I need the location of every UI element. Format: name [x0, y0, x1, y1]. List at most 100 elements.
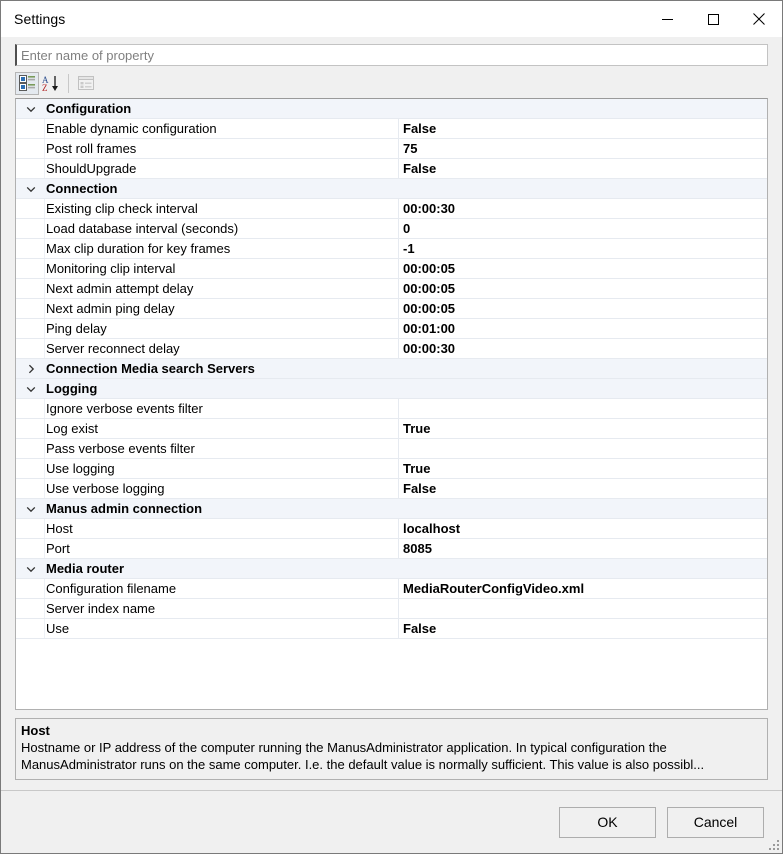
property-value[interactable]: localhost: [398, 519, 767, 538]
grid-property-row[interactable]: Post roll frames75: [16, 139, 767, 159]
row-gutter: [16, 579, 45, 598]
grid-property-row[interactable]: Use verbose loggingFalse: [16, 479, 767, 499]
grid-property-row[interactable]: Ping delay00:01:00: [16, 319, 767, 339]
property-grid[interactable]: ConfigurationEnable dynamic configuratio…: [15, 98, 768, 710]
row-gutter: [16, 419, 45, 438]
resize-grip-icon[interactable]: [767, 838, 780, 851]
categorized-view-button[interactable]: [15, 72, 39, 95]
grid-property-row[interactable]: Use loggingTrue: [16, 459, 767, 479]
row-gutter: [16, 319, 45, 338]
property-value[interactable]: 00:00:05: [398, 299, 767, 318]
grid-toolbar: A Z: [15, 70, 768, 96]
property-label: Use verbose logging: [45, 479, 398, 498]
ok-button[interactable]: OK: [559, 807, 656, 838]
grid-property-row[interactable]: Configuration filenameMediaRouterConfigV…: [16, 579, 767, 599]
chevron-down-icon: [26, 384, 36, 394]
description-title: Host: [21, 723, 762, 739]
category-expander[interactable]: [16, 359, 45, 378]
grid-property-row[interactable]: Enable dynamic configurationFalse: [16, 119, 767, 139]
property-value[interactable]: 8085: [398, 539, 767, 558]
chevron-down-icon: [26, 564, 36, 574]
property-value[interactable]: False: [398, 119, 767, 138]
property-label: Next admin attempt delay: [45, 279, 398, 298]
grid-category-row[interactable]: Logging: [16, 379, 767, 399]
property-value[interactable]: True: [398, 419, 767, 438]
property-label: Port: [45, 539, 398, 558]
property-pages-button[interactable]: [74, 72, 98, 95]
grid-property-row[interactable]: UseFalse: [16, 619, 767, 639]
property-value[interactable]: True: [398, 459, 767, 478]
property-value[interactable]: -1: [398, 239, 767, 258]
property-label: Configuration filename: [45, 579, 398, 598]
property-label: Load database interval (seconds): [45, 219, 398, 238]
grid-property-row[interactable]: ShouldUpgradeFalse: [16, 159, 767, 179]
category-expander[interactable]: [16, 99, 45, 118]
property-value[interactable]: 00:01:00: [398, 319, 767, 338]
property-value[interactable]: 00:00:30: [398, 199, 767, 218]
property-label: Use logging: [45, 459, 398, 478]
grid-property-row[interactable]: Pass verbose events filter: [16, 439, 767, 459]
grid-property-row[interactable]: Max clip duration for key frames-1: [16, 239, 767, 259]
property-label: Post roll frames: [45, 139, 398, 158]
grid-category-row[interactable]: Connection Media search Servers: [16, 359, 767, 379]
close-button[interactable]: [736, 1, 782, 37]
search-input[interactable]: [15, 44, 768, 66]
category-expander[interactable]: [16, 179, 45, 198]
minimize-button[interactable]: [644, 1, 690, 37]
property-value[interactable]: [398, 439, 767, 458]
property-value[interactable]: False: [398, 479, 767, 498]
property-value[interactable]: MediaRouterConfigVideo.xml: [398, 579, 767, 598]
property-label: Existing clip check interval: [45, 199, 398, 218]
row-gutter: [16, 219, 45, 238]
property-value[interactable]: 75: [398, 139, 767, 158]
grid-property-row[interactable]: Ignore verbose events filter: [16, 399, 767, 419]
cancel-button[interactable]: Cancel: [667, 807, 764, 838]
grid-property-row[interactable]: Server reconnect delay00:00:30: [16, 339, 767, 359]
grid-category-row[interactable]: Configuration: [16, 99, 767, 119]
window-title: Settings: [1, 11, 65, 27]
categorized-icon: [19, 75, 36, 91]
grid-property-row[interactable]: Next admin ping delay00:00:05: [16, 299, 767, 319]
property-label: Max clip duration for key frames: [45, 239, 398, 258]
category-expander[interactable]: [16, 499, 45, 518]
grid-property-row[interactable]: Monitoring clip interval00:00:05: [16, 259, 767, 279]
row-gutter: [16, 279, 45, 298]
grid-category-row[interactable]: Manus admin connection: [16, 499, 767, 519]
row-gutter: [16, 599, 45, 618]
property-value[interactable]: False: [398, 619, 767, 638]
grid-category-row[interactable]: Connection: [16, 179, 767, 199]
property-value[interactable]: 00:00:05: [398, 259, 767, 278]
close-icon: [753, 13, 765, 25]
property-value[interactable]: 00:00:30: [398, 339, 767, 358]
dialog-footer: OK Cancel: [1, 790, 782, 853]
category-expander[interactable]: [16, 559, 45, 578]
grid-property-row[interactable]: Existing clip check interval00:00:30: [16, 199, 767, 219]
maximize-button[interactable]: [690, 1, 736, 37]
minimize-icon: [662, 14, 673, 25]
grid-property-row[interactable]: Hostlocalhost: [16, 519, 767, 539]
row-gutter: [16, 519, 45, 538]
property-pages-icon: [78, 76, 94, 90]
category-expander[interactable]: [16, 379, 45, 398]
grid-property-row[interactable]: Port8085: [16, 539, 767, 559]
property-value[interactable]: False: [398, 159, 767, 178]
grid-property-row[interactable]: Server index name: [16, 599, 767, 619]
grid-property-row[interactable]: Next admin attempt delay00:00:05: [16, 279, 767, 299]
grid-category-row[interactable]: Media router: [16, 559, 767, 579]
toolbar-separator: [68, 74, 69, 93]
grid-property-row[interactable]: Load database interval (seconds)0: [16, 219, 767, 239]
window-controls: [644, 1, 782, 37]
alphabetical-sort-button[interactable]: A Z: [39, 72, 63, 95]
property-label: Use: [45, 619, 398, 638]
property-label: Ping delay: [45, 319, 398, 338]
property-label: Ignore verbose events filter: [45, 399, 398, 418]
property-value[interactable]: 00:00:05: [398, 279, 767, 298]
title-bar: Settings: [1, 1, 782, 37]
chevron-down-icon: [26, 184, 36, 194]
property-value[interactable]: 0: [398, 219, 767, 238]
grid-property-row[interactable]: Log existTrue: [16, 419, 767, 439]
property-value[interactable]: [398, 399, 767, 418]
property-label: Enable dynamic configuration: [45, 119, 398, 138]
property-value[interactable]: [398, 599, 767, 618]
row-gutter: [16, 459, 45, 478]
